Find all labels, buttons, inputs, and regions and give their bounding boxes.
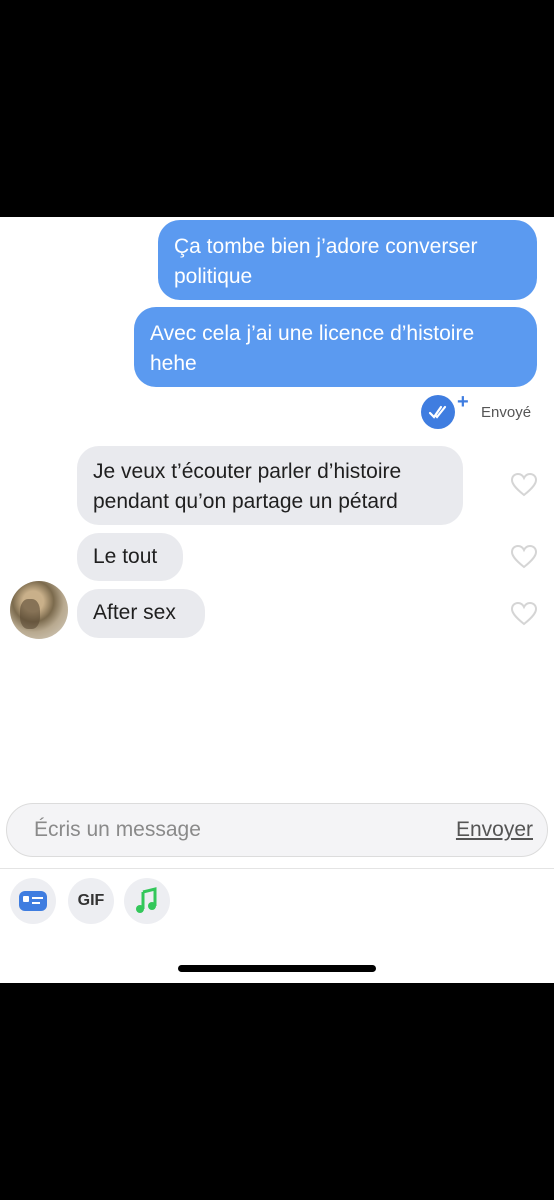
contact-card-icon (19, 891, 47, 911)
chat-screen: Ça tombe bien j’adore converser politiqu… (0, 217, 554, 983)
contact-card-button[interactable] (10, 878, 56, 924)
home-indicator[interactable] (178, 965, 376, 972)
music-note-icon (136, 887, 157, 913)
message-input[interactable]: Écris un message Envoyer (6, 803, 548, 857)
message-incoming[interactable]: After sex (77, 589, 205, 638)
message-incoming[interactable]: Le tout (77, 533, 183, 581)
double-check-icon (421, 395, 455, 429)
like-heart-icon[interactable] (510, 544, 538, 570)
like-heart-icon[interactable] (510, 472, 538, 498)
message-text: Ça tombe bien j’adore converser politiqu… (174, 235, 478, 288)
gif-label: GIF (77, 892, 105, 909)
message-text: Je veux t’écouter parler d’histoire pend… (93, 460, 402, 513)
like-heart-icon[interactable] (510, 601, 538, 627)
message-incoming[interactable]: Je veux t’écouter parler d’histoire pend… (77, 446, 463, 525)
message-placeholder[interactable]: Écris un message (34, 818, 201, 842)
message-text: Le tout (93, 545, 158, 568)
send-button[interactable]: Envoyer (456, 818, 533, 842)
delivery-status: + Envoyé (421, 391, 541, 429)
divider (0, 868, 554, 869)
status-label: Envoyé (481, 404, 532, 421)
music-button[interactable] (124, 878, 170, 924)
message-text: After sex (93, 601, 176, 624)
avatar[interactable] (10, 581, 68, 639)
gif-button[interactable]: GIF (68, 878, 114, 924)
message-text: Avec cela j’ai une licence d’histoire he… (150, 322, 475, 375)
message-outgoing[interactable]: Ça tombe bien j’adore converser politiqu… (158, 220, 537, 300)
message-outgoing[interactable]: Avec cela j’ai une licence d’histoire he… (134, 307, 537, 387)
plus-icon[interactable]: + (457, 391, 469, 414)
